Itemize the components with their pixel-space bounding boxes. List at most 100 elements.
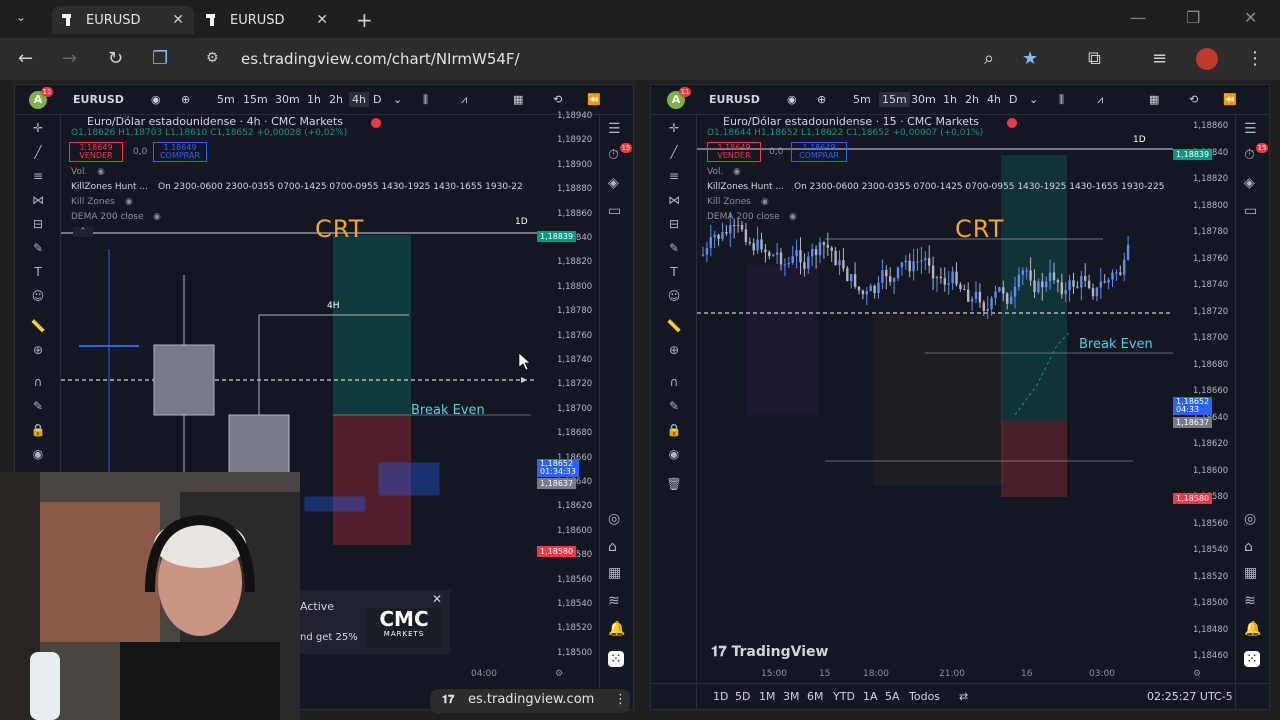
browser-tab[interactable]: EURUSD ✕: [52, 6, 194, 34]
reload-button[interactable]: ↻: [108, 48, 123, 69]
chat-icon[interactable]: ▭: [1244, 203, 1257, 219]
add-symbol-icon[interactable]: ⊕: [817, 93, 826, 106]
text-icon[interactable]: T: [665, 265, 683, 279]
range-1m[interactable]: 1M: [759, 690, 776, 703]
apps-grid-icon[interactable]: ⁙: [1244, 651, 1260, 667]
symbol-search[interactable]: EURUSD: [73, 93, 124, 106]
zoom-icon[interactable]: ⌕: [984, 48, 994, 69]
indicator-vol[interactable]: Vol.: [71, 167, 87, 177]
calendar-icon[interactable]: ▦: [608, 565, 621, 581]
settings-gear-icon[interactable]: ⚙: [1193, 669, 1201, 679]
interval-5m[interactable]: 5m: [217, 93, 235, 106]
range-3m[interactable]: 3M: [783, 690, 800, 703]
bar-type-icon[interactable]: ⫼: [423, 93, 428, 107]
interval-30m[interactable]: 30m: [275, 93, 300, 106]
chart-title[interactable]: Euro/Dólar estadounidense · 4h · CMC Mar…: [87, 115, 343, 128]
eye-icon[interactable]: ◉: [761, 197, 769, 207]
status-menu-icon[interactable]: ⋮: [614, 692, 627, 707]
new-tab-button[interactable]: +: [356, 8, 373, 32]
address-url[interactable]: es.tradingview.com/chart/NIrmW54F/: [241, 50, 520, 68]
projection-icon[interactable]: ⊟: [665, 217, 683, 231]
chevron-down-icon[interactable]: ⌄: [1029, 93, 1038, 106]
indicator-killzones-hunt[interactable]: KillZones Hunt ...: [71, 182, 148, 192]
date-range-icon[interactable]: ⇄: [959, 690, 968, 703]
range-todos[interactable]: Todos: [909, 690, 940, 703]
interval-30m[interactable]: 30m: [911, 93, 936, 106]
range-6m[interactable]: 6M: [807, 690, 824, 703]
indicator-vol[interactable]: Vol.: [707, 167, 723, 177]
symbol-search[interactable]: EURUSD: [709, 93, 760, 106]
watchlist-icon[interactable]: ☰: [608, 121, 621, 137]
tab-close-icon[interactable]: ✕: [316, 12, 328, 28]
eye-icon[interactable]: ◉: [153, 212, 161, 222]
brush-icon[interactable]: ✎: [29, 241, 47, 255]
back-button[interactable]: ←: [18, 48, 33, 69]
range-5a[interactable]: 5A: [885, 690, 900, 703]
interval-2h[interactable]: 2h: [965, 93, 979, 106]
status-url[interactable]: es.tradingview.com: [468, 692, 594, 707]
cmc-logo[interactable]: CMC MARKETS: [366, 608, 442, 648]
range-ytd[interactable]: YTD: [833, 690, 855, 703]
target-icon[interactable]: ◎: [608, 511, 620, 527]
minimize-button[interactable]: —: [1130, 8, 1146, 27]
split-view-icon[interactable]: ❐: [152, 48, 168, 69]
layout-icon[interactable]: ▦: [1149, 93, 1159, 106]
sell-button[interactable]: 1,18649 VENDER: [707, 142, 761, 162]
interval-4h[interactable]: 4h: [349, 92, 369, 107]
magnet-icon[interactable]: ∩: [29, 375, 47, 389]
indicators-icon[interactable]: ⩘: [461, 93, 467, 107]
interval-d[interactable]: D: [373, 93, 381, 106]
indicator-dema[interactable]: DEMA 200 close: [707, 212, 780, 222]
zoom-in-icon[interactable]: ⊕: [29, 343, 47, 357]
crosshair-icon[interactable]: ✛: [29, 121, 47, 135]
lock-icon[interactable]: 🔒: [665, 423, 683, 437]
media-icon[interactable]: ≡: [1152, 48, 1167, 69]
streams-icon[interactable]: ≋: [1244, 593, 1256, 609]
interval-2h[interactable]: 2h: [329, 93, 343, 106]
calendar-icon[interactable]: ▦: [1244, 565, 1257, 581]
trendline-icon[interactable]: ╱: [29, 145, 47, 159]
trendline-icon[interactable]: ╱: [665, 145, 683, 159]
notifications-icon[interactable]: 🔔: [608, 621, 625, 637]
interval-4h[interactable]: 4h: [987, 93, 1001, 106]
profile-avatar[interactable]: [1196, 48, 1218, 70]
zoom-in-icon[interactable]: ⊕: [665, 343, 683, 357]
flag-icon[interactable]: [371, 118, 381, 128]
target-icon[interactable]: ◎: [1244, 511, 1256, 527]
lock-drawing-icon[interactable]: ✎: [29, 399, 47, 413]
chevron-down-icon[interactable]: ⌄: [393, 93, 402, 106]
eye-icon[interactable]: ◉: [733, 167, 741, 177]
pattern-icon[interactable]: ⋈: [665, 193, 683, 207]
price-axis[interactable]: 1,18940 1,18920 1,18900 1,18880 1,18860 1,188…: [537, 111, 599, 685]
menu-icon[interactable]: ⋮: [1246, 48, 1264, 69]
indicator-killzones[interactable]: Kill Zones: [707, 197, 751, 207]
range-1a[interactable]: 1A: [863, 690, 878, 703]
range-5d[interactable]: 5D: [735, 690, 750, 703]
ideas-icon[interactable]: ⌂: [1244, 539, 1253, 555]
alerts-clock-icon[interactable]: ⏱: [608, 147, 619, 163]
emoji-icon[interactable]: ☺: [665, 289, 683, 303]
extensions-icon[interactable]: ⧉: [1088, 48, 1101, 69]
add-symbol-icon[interactable]: ⊕: [181, 93, 190, 106]
eye-icon[interactable]: ◉: [787, 93, 797, 106]
interval-1h[interactable]: 1h: [943, 93, 957, 106]
lock-icon[interactable]: 🔒: [29, 423, 47, 437]
fib-icon[interactable]: ≡: [29, 169, 47, 183]
indicator-dema[interactable]: DEMA 200 close: [71, 212, 144, 222]
maximize-button[interactable]: ❐: [1186, 8, 1200, 27]
layers-icon[interactable]: ◈: [608, 175, 619, 191]
visibility-icon[interactable]: ◉: [665, 447, 683, 461]
crosshair-icon[interactable]: ✛: [665, 121, 683, 135]
pattern-icon[interactable]: ⋈: [29, 193, 47, 207]
interval-1h[interactable]: 1h: [307, 93, 321, 106]
chat-icon[interactable]: ▭: [608, 203, 621, 219]
notifications-icon[interactable]: 🔔: [1244, 621, 1261, 637]
trash-icon[interactable]: 🗑: [665, 477, 683, 491]
bar-type-icon[interactable]: ⫼: [1059, 93, 1064, 107]
streams-icon[interactable]: ≋: [608, 593, 620, 609]
watchlist-icon[interactable]: ☰: [1244, 121, 1257, 137]
interval-5m[interactable]: 5m: [853, 93, 871, 106]
eye-icon[interactable]: ◉: [789, 212, 797, 222]
sell-button[interactable]: 1,18649 VENDER: [69, 142, 123, 162]
layers-icon[interactable]: ◈: [1244, 175, 1255, 191]
